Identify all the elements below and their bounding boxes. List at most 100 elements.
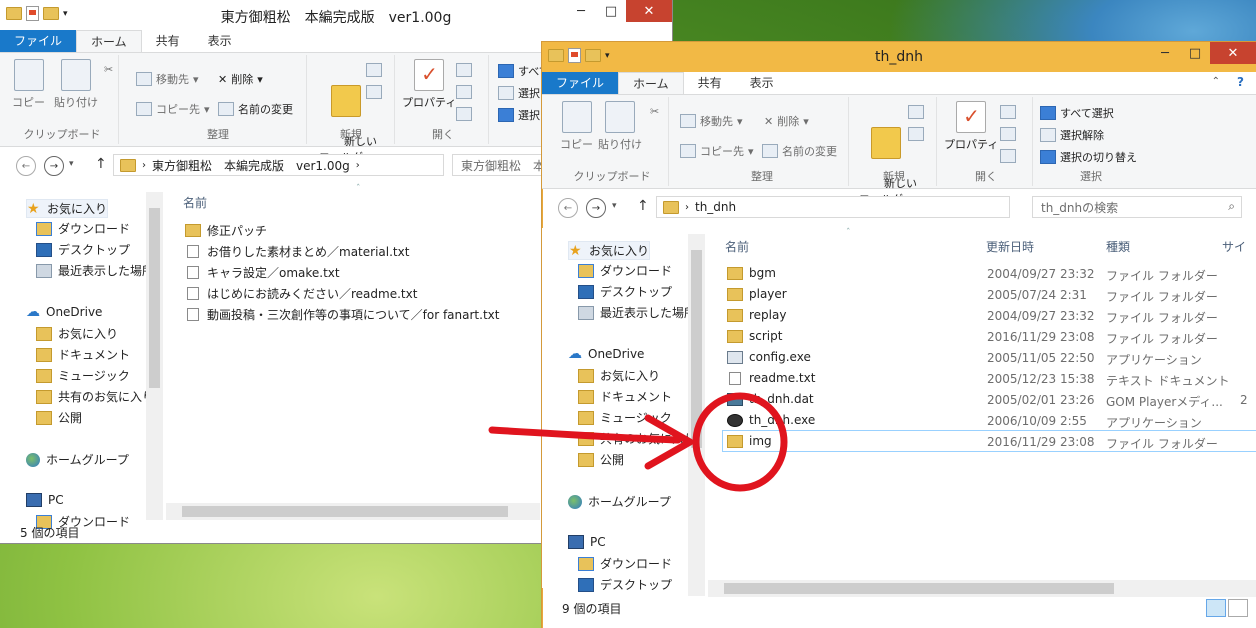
tab-file[interactable]: ファイル [0, 30, 77, 52]
invert-selection-button[interactable]: 選択 [498, 107, 540, 123]
copy-to-button[interactable]: コピー先 ▾ [136, 101, 210, 117]
nav-item[interactable]: 共有のお気に入り [578, 430, 696, 447]
tab-view[interactable]: 表示 [194, 30, 246, 52]
delete-button[interactable]: ✕ 削除 ▾ [764, 113, 809, 129]
nav-scrollbar[interactable] [688, 234, 705, 596]
search-input[interactable]: th_dnhの検索 ⌕ [1032, 196, 1242, 218]
file-row[interactable]: bgm [727, 266, 776, 280]
recent-locations-icon[interactable]: ▾ [612, 201, 617, 211]
nav-item[interactable]: ダウンロード [578, 555, 672, 572]
address-field[interactable]: › 東方御粗松 本編完成版 ver1.00g › [113, 154, 444, 176]
nav-item[interactable]: ☁ OneDrive [26, 304, 102, 320]
edit-icon[interactable] [1000, 127, 1016, 141]
nav-item[interactable]: ★ お気に入り [568, 241, 651, 260]
collapse-ribbon-icon[interactable]: ⌃ [1212, 76, 1220, 87]
scroll-thumb[interactable] [149, 208, 160, 388]
nav-item[interactable]: お気に入り [36, 325, 118, 342]
paste-button[interactable]: 貼り付け [598, 101, 642, 152]
new-item-icon[interactable] [908, 105, 924, 119]
large-icons-view-icon[interactable] [1228, 599, 1248, 617]
up-button[interactable]: ↑ [95, 156, 107, 172]
nav-item[interactable]: ダウンロード [36, 220, 130, 237]
nav-item[interactable]: ホームグループ [568, 493, 671, 510]
minimize-button[interactable]: ─ [1150, 42, 1180, 64]
nav-item[interactable]: ダウンロード [578, 262, 672, 279]
scroll-thumb[interactable] [691, 250, 702, 448]
open-icon[interactable] [456, 63, 472, 77]
file-row[interactable]: player [727, 287, 787, 301]
forward-button[interactable]: → [44, 156, 64, 176]
nav-item[interactable]: ドキュメント [36, 346, 130, 363]
nav-item[interactable]: ★ お気に入り [26, 199, 109, 218]
horizontal-scrollbar[interactable] [166, 503, 540, 520]
file-row[interactable]: お借りした素材まとめ／material.txt [185, 243, 409, 260]
tab-file[interactable]: ファイル [542, 72, 619, 94]
move-to-button[interactable]: 移動先 ▾ [680, 113, 743, 129]
easy-access-icon[interactable] [908, 127, 924, 141]
nav-item[interactable]: 公開 [578, 451, 624, 468]
nav-scrollbar[interactable] [146, 192, 163, 520]
select-none-button[interactable]: 選択解除 [1040, 127, 1104, 143]
maximize-button[interactable]: □ [596, 0, 626, 22]
recent-locations-icon[interactable]: ▾ [69, 159, 74, 169]
copy-button[interactable]: コピー [560, 101, 593, 152]
horizontal-scrollbar[interactable] [708, 580, 1256, 597]
tab-home[interactable]: ホーム [618, 72, 684, 94]
paste-button[interactable]: 貼り付け [54, 59, 98, 110]
properties-button[interactable]: プロパティ [944, 101, 998, 152]
nav-item[interactable]: ミュージック [578, 409, 672, 426]
column-header-type[interactable]: 種類 [1106, 238, 1130, 255]
details-view-icon[interactable] [1206, 599, 1226, 617]
edit-icon[interactable] [456, 85, 472, 99]
nav-item[interactable]: デスクトップ [578, 283, 672, 300]
rename-button[interactable]: 名前の変更 [762, 143, 837, 159]
up-button[interactable]: ↑ [637, 198, 649, 214]
tab-share[interactable]: 共有 [684, 72, 736, 94]
title-bar[interactable]: ▾ 東方御粗松 本編完成版 ver1.00g ─ □ ✕ [0, 0, 672, 30]
forward-button[interactable]: → [586, 198, 606, 218]
invert-selection-button[interactable]: 選択の切り替え [1040, 149, 1137, 165]
file-row[interactable]: 動画投稿・三次創作等の事項について／for fanart.txt [185, 306, 499, 323]
help-icon[interactable]: ? [1237, 75, 1244, 89]
history-icon[interactable] [456, 107, 472, 121]
file-row[interactable]: th_dnh.exe [727, 413, 815, 427]
nav-item[interactable]: ホームグループ [26, 451, 129, 468]
select-none-button[interactable]: 選択 [498, 85, 540, 101]
column-header-name[interactable]: 名前 [725, 238, 749, 255]
properties-button[interactable]: プロパティ [402, 59, 456, 110]
nav-item[interactable]: 最近表示した場所 [36, 262, 154, 279]
nav-item[interactable]: PC [568, 535, 606, 549]
file-row[interactable]: はじめにお読みください／readme.txt [185, 285, 417, 302]
column-header-size[interactable]: サイ [1222, 238, 1246, 255]
new-item-icon[interactable] [366, 63, 382, 77]
tab-share[interactable]: 共有 [142, 30, 194, 52]
column-header-name[interactable]: 名前 [183, 194, 207, 211]
history-icon[interactable] [1000, 149, 1016, 163]
address-field[interactable]: › th_dnh [656, 196, 1010, 218]
nav-item[interactable]: PC [26, 493, 64, 507]
close-button[interactable]: ✕ [626, 0, 672, 22]
column-header-date[interactable]: 更新日時 [986, 238, 1034, 255]
nav-item[interactable]: 最近表示した場所 [578, 304, 696, 321]
file-row[interactable]: 修正パッチ [185, 222, 267, 239]
file-row[interactable]: th_dnh.dat [727, 392, 814, 406]
minimize-button[interactable]: ─ [566, 0, 596, 22]
file-row[interactable]: script [727, 329, 782, 343]
easy-access-icon[interactable] [366, 85, 382, 99]
close-button[interactable]: ✕ [1210, 42, 1256, 64]
nav-item[interactable]: デスクトップ [36, 241, 130, 258]
tab-view[interactable]: 表示 [736, 72, 788, 94]
rename-button[interactable]: 名前の変更 [218, 101, 293, 117]
file-row[interactable]: replay [727, 308, 786, 322]
explorer-window-2[interactable]: ▾ th_dnh ─ □ ✕ ファイル ホーム 共有 表示 ⌃ ? コピー 貼り… [542, 42, 1256, 628]
file-row[interactable]: キャラ設定／omake.txt [185, 264, 340, 281]
copy-button[interactable]: コピー [12, 59, 45, 110]
scroll-thumb[interactable] [724, 583, 1114, 594]
nav-item[interactable]: デスクトップ [578, 576, 672, 593]
back-button[interactable]: ← [558, 198, 578, 218]
file-row[interactable]: config.exe [727, 350, 811, 364]
select-all-button[interactable]: すべて選択 [1040, 105, 1114, 121]
title-bar[interactable]: ▾ th_dnh ─ □ ✕ [542, 42, 1256, 72]
nav-item[interactable]: 共有のお気に入り [36, 388, 154, 405]
cut-icon[interactable]: ✂ [104, 63, 113, 76]
